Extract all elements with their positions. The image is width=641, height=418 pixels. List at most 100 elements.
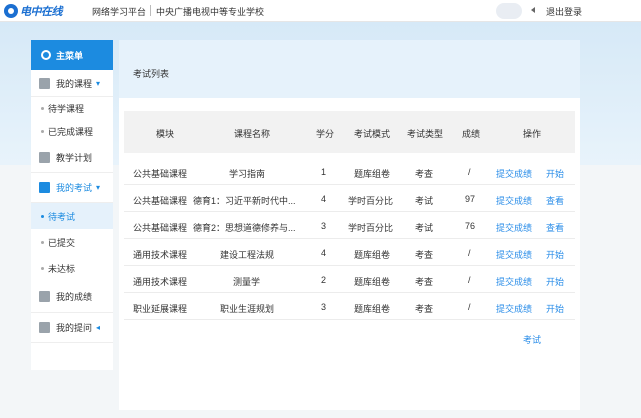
user-avatar[interactable] bbox=[496, 3, 522, 19]
top-bar: 电中在线 网络学习平台 中央广播电视中等专业学校 退出登录 bbox=[0, 0, 641, 22]
teaching-plan-label: 教学计划 bbox=[56, 153, 93, 163]
cell-type: 考查 bbox=[415, 169, 434, 179]
my-courses-label: 我的课程 bbox=[56, 78, 93, 89]
cell-module: 公共基础课程 bbox=[133, 223, 188, 233]
cell-score: / bbox=[468, 302, 471, 312]
done-courses-label: 已完成课程 bbox=[48, 127, 94, 137]
bullet-icon bbox=[41, 266, 44, 270]
sidebar-subitem-not-passed[interactable]: 未达标 bbox=[31, 255, 113, 281]
cell-course: 职业生涯规划 bbox=[220, 304, 275, 314]
cell-type: 考查 bbox=[415, 250, 434, 260]
table-row: 公共基础课程 德育1：习近平新时代中... 4 学时百分比 考试 97 提交成绩… bbox=[124, 185, 575, 212]
pending-exam-label: 待考试 bbox=[48, 211, 76, 222]
chevron-down-icon: ▾ bbox=[96, 183, 101, 192]
exam-icon bbox=[39, 182, 50, 193]
my-questions-label: 我的提问 bbox=[56, 323, 93, 333]
table-row: 职业延展课程 职业生涯规划 3 题库组卷 考查 / 提交成绩 开始 bbox=[124, 293, 575, 320]
page-title: 考试列表 bbox=[119, 40, 580, 98]
start-exam-link[interactable]: 开始 bbox=[546, 302, 564, 315]
sidebar-subitem-pending-exam[interactable]: 待考试 bbox=[31, 203, 113, 229]
cell-type: 考试 bbox=[415, 196, 434, 206]
cell-course: 德育1：习近平新时代中... bbox=[193, 196, 296, 206]
submit-score-link[interactable]: 提交成绩 bbox=[496, 275, 532, 288]
chevron-left-icon: ◂ bbox=[96, 323, 101, 332]
pending-courses-label: 待学课程 bbox=[48, 104, 85, 114]
cell-credit: 1 bbox=[321, 167, 327, 177]
bullet-icon bbox=[41, 130, 44, 133]
cell-credit: 4 bbox=[321, 248, 327, 258]
calendar-icon bbox=[39, 152, 50, 163]
sidebar-item-teaching-plan[interactable]: 教学计划 bbox=[31, 143, 113, 173]
view-exam-link[interactable]: 查看 bbox=[546, 194, 564, 207]
logo-text: 电中在线 bbox=[20, 5, 63, 18]
sidebar: 主菜单 我的课程 ▾ 待学课程 已完成课程 教学计划 我的考试 ▾ 待考试 已提… bbox=[31, 40, 113, 370]
column-header-credit: 学分 bbox=[316, 129, 335, 139]
cell-score: 97 bbox=[465, 194, 476, 204]
cell-mode: 题库组卷 bbox=[354, 169, 391, 179]
submit-score-link[interactable]: 提交成绩 bbox=[496, 302, 532, 315]
question-icon bbox=[39, 322, 50, 333]
cell-mode: 题库组卷 bbox=[354, 304, 391, 314]
start-exam-link[interactable]: 开始 bbox=[546, 167, 564, 180]
school-name: 中央广播电视中等专业学校 bbox=[156, 7, 265, 17]
menu-icon bbox=[41, 50, 51, 60]
table-row: 通用技术课程 建设工程法规 4 题库组卷 考查 / 提交成绩 开始 bbox=[124, 239, 575, 266]
header-divider bbox=[150, 5, 151, 16]
cell-score: / bbox=[468, 275, 471, 285]
table-row: 公共基础课程 学习指南 1 题库组卷 考查 / 提交成绩 开始 bbox=[124, 158, 575, 185]
logo[interactable]: 电中在线 bbox=[4, 3, 63, 18]
chevron-down-icon: ▾ bbox=[96, 78, 101, 88]
view-exam-link[interactable]: 查看 bbox=[546, 221, 564, 234]
exam-list-panel: 考试列表 模块 课程名称 学分 考试模式 考试类型 成绩 操作 公共基础课程 学… bbox=[119, 40, 580, 410]
sidebar-subitem-done-courses[interactable]: 已完成课程 bbox=[31, 120, 113, 143]
cell-course: 建设工程法规 bbox=[220, 250, 275, 260]
cell-module: 通用技术课程 bbox=[133, 250, 188, 260]
sidebar-item-my-courses[interactable]: 我的课程 ▾ bbox=[31, 70, 113, 97]
my-exams-label: 我的考试 bbox=[56, 183, 93, 193]
submit-score-link[interactable]: 提交成绩 bbox=[496, 194, 532, 207]
cell-mode: 题库组卷 bbox=[354, 277, 391, 287]
column-header-type: 考试类型 bbox=[407, 129, 444, 139]
main-menu-header: 主菜单 bbox=[31, 40, 113, 70]
user-menu-caret-icon[interactable] bbox=[531, 7, 535, 13]
sidebar-subitem-submitted[interactable]: 已提交 bbox=[31, 229, 113, 255]
table-header: 模块 课程名称 学分 考试模式 考试类型 成绩 操作 bbox=[124, 111, 575, 153]
submit-score-link[interactable]: 提交成绩 bbox=[496, 248, 532, 261]
cell-course: 测量学 bbox=[233, 277, 261, 287]
sidebar-subitem-pending-courses[interactable]: 待学课程 bbox=[31, 97, 113, 120]
table-row: 公共基础课程 德育2：思想道德修养与... 3 学时百分比 考试 76 提交成绩… bbox=[124, 212, 575, 239]
not-passed-label: 未达标 bbox=[48, 263, 76, 274]
cell-credit: 2 bbox=[321, 275, 327, 285]
cell-type: 考查 bbox=[415, 304, 434, 314]
column-header-mode: 考试模式 bbox=[354, 129, 391, 139]
logo-icon bbox=[4, 3, 18, 18]
sidebar-item-my-questions[interactable]: 我的提问 ◂ bbox=[31, 313, 113, 343]
cell-module: 通用技术课程 bbox=[133, 277, 188, 287]
my-grades-label: 我的成绩 bbox=[56, 292, 93, 302]
sidebar-item-my-grades[interactable]: 我的成绩 bbox=[31, 281, 113, 313]
cell-credit: 3 bbox=[321, 221, 327, 231]
bullet-icon bbox=[41, 240, 44, 244]
cell-credit: 4 bbox=[321, 194, 327, 204]
logout-link[interactable]: 退出登录 bbox=[546, 5, 582, 18]
sidebar-item-my-exams[interactable]: 我的考试 ▾ bbox=[31, 173, 113, 203]
cell-type: 考查 bbox=[415, 277, 434, 287]
platform-name: 网络学习平台 bbox=[92, 7, 147, 17]
cell-course: 德育2：思想道德修养与... bbox=[193, 223, 296, 233]
courses-icon bbox=[39, 77, 50, 89]
bullet-icon bbox=[41, 214, 44, 218]
table-row: 通用技术课程 测量学 2 题库组卷 考查 / 提交成绩 开始 bbox=[124, 266, 575, 293]
cell-mode: 学时百分比 bbox=[348, 196, 394, 206]
start-exam-link[interactable]: 开始 bbox=[546, 248, 564, 261]
cell-module: 公共基础课程 bbox=[133, 196, 188, 206]
cell-score: / bbox=[468, 248, 471, 258]
cell-credit: 3 bbox=[321, 302, 327, 312]
start-exam-link[interactable]: 开始 bbox=[546, 275, 564, 288]
cell-module: 公共基础课程 bbox=[133, 169, 188, 179]
cell-score: 76 bbox=[465, 221, 476, 231]
submit-score-link[interactable]: 提交成绩 bbox=[496, 221, 532, 234]
cell-mode: 题库组卷 bbox=[354, 250, 391, 260]
submit-score-link[interactable]: 提交成绩 bbox=[496, 167, 532, 180]
exam-link[interactable]: 考试 bbox=[523, 333, 541, 346]
column-header-actions: 操作 bbox=[523, 129, 542, 139]
